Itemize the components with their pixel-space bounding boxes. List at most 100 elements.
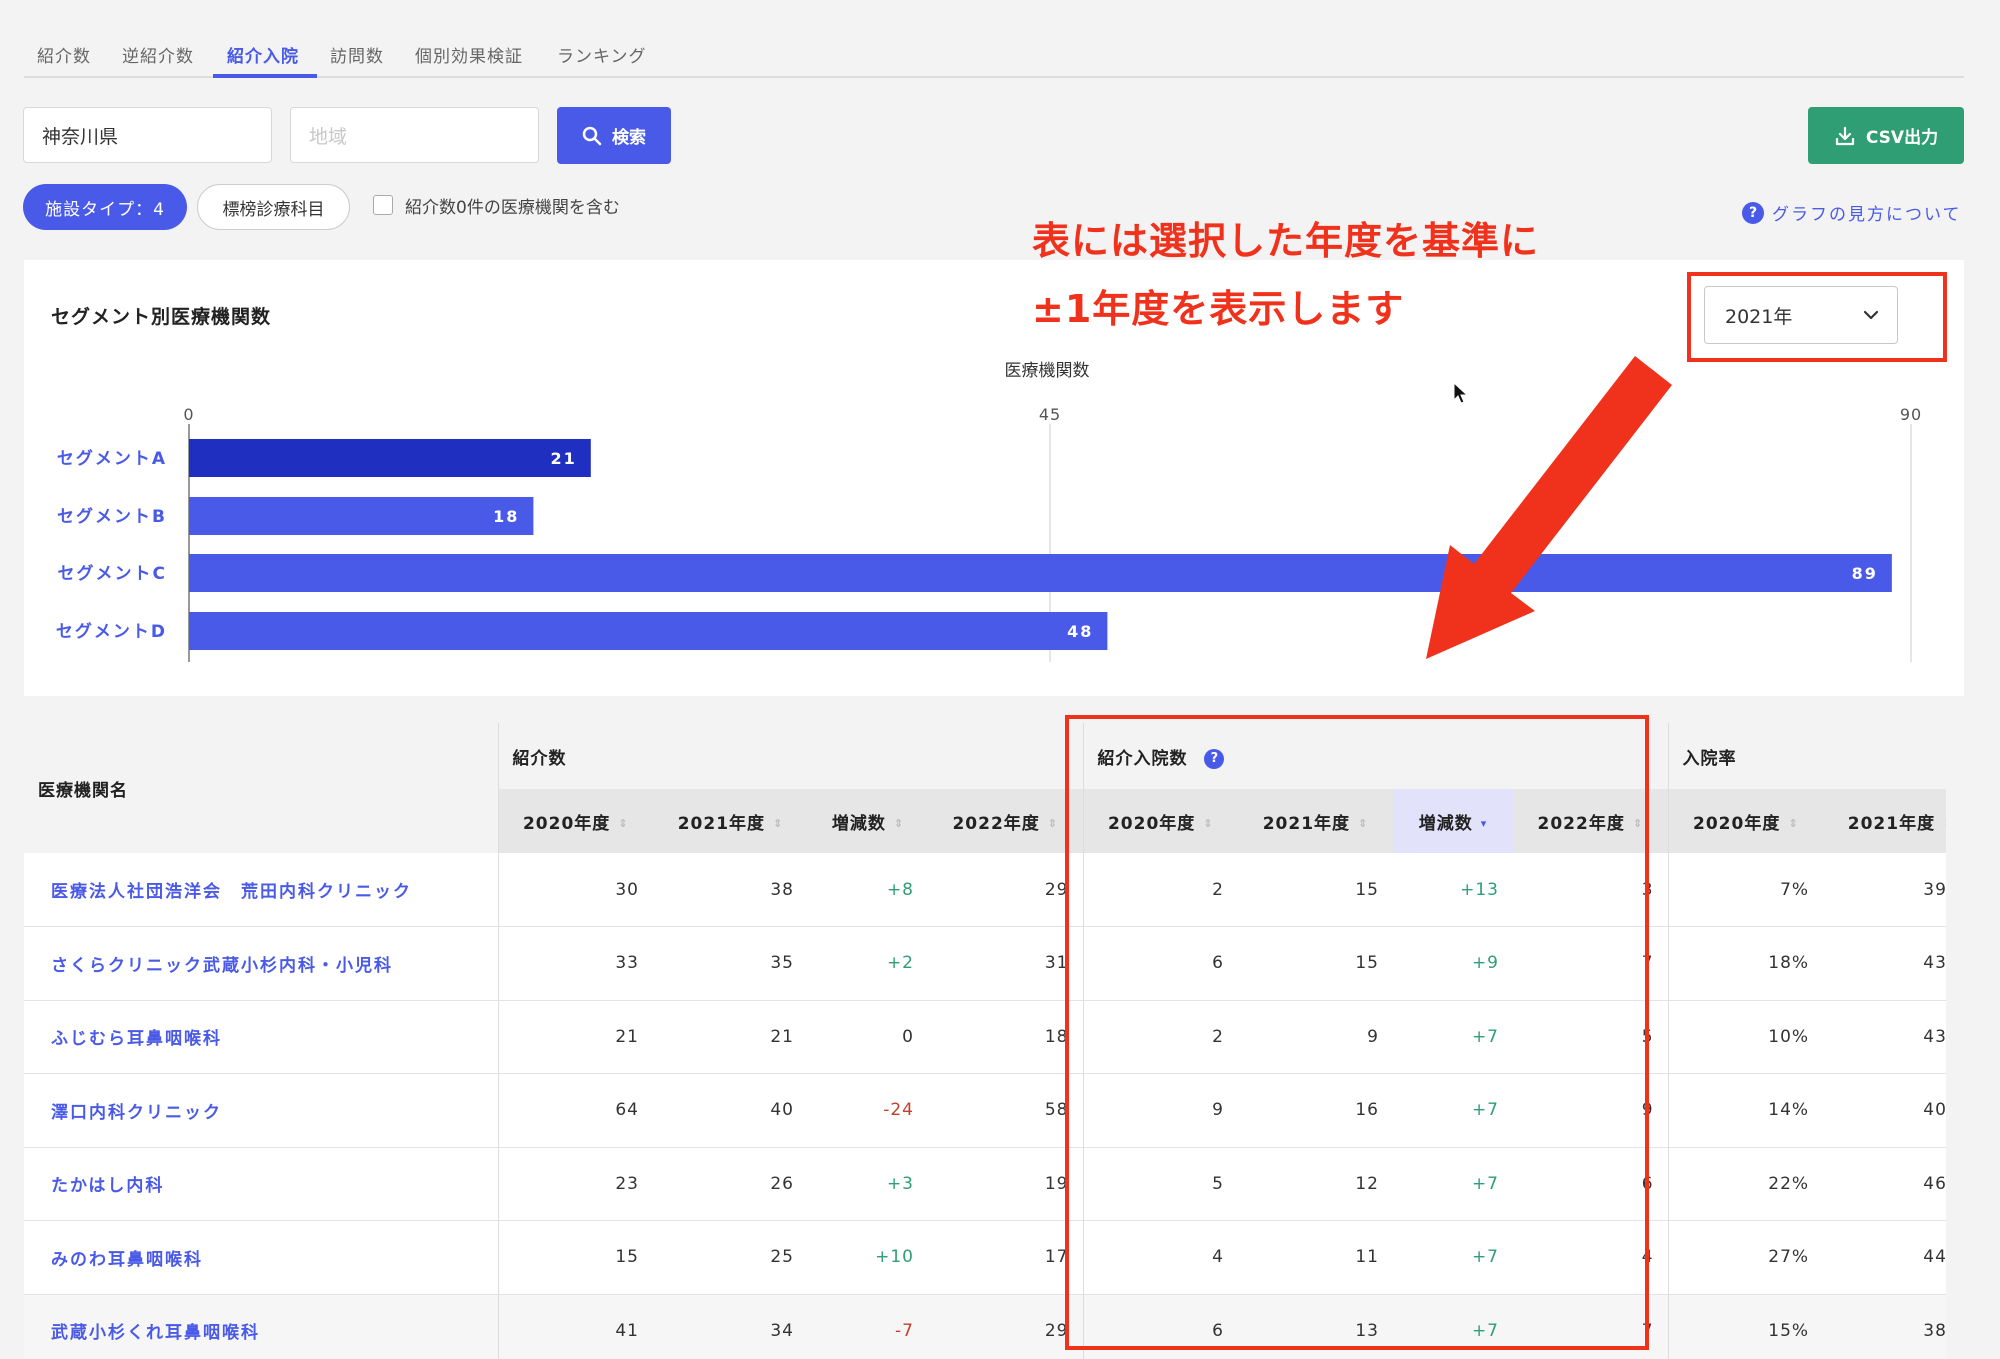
- institution-name-link[interactable]: みのわ耳鼻咽喉科: [24, 1220, 499, 1295]
- table-cell: 29: [928, 853, 1084, 927]
- column-header[interactable]: 増減数 ⇕: [808, 789, 928, 853]
- bar-value-label: 18: [493, 507, 519, 526]
- y-category-label: セグメントA: [57, 448, 167, 469]
- table-cell: 58: [928, 1073, 1084, 1148]
- column-header-label: 2021年度: [1847, 813, 1936, 834]
- x-tick-label: 45: [1039, 405, 1061, 424]
- table-cell: 15%: [1668, 1294, 1824, 1359]
- table-cell: 25: [653, 1220, 808, 1295]
- sort-icon[interactable]: ⇕: [1943, 818, 1946, 829]
- question-circle-icon: ?: [1742, 201, 1764, 224]
- bar: [189, 439, 591, 477]
- institution-name-link[interactable]: 澤口内科クリニック: [24, 1073, 499, 1148]
- table-row: ふじむら耳鼻咽喉科212101829+7510%43%: [24, 1000, 1946, 1074]
- column-header[interactable]: 2020年度 ⇕: [1668, 789, 1824, 853]
- table-cell: 21: [653, 1000, 808, 1074]
- x-tick-label: 0: [183, 405, 194, 424]
- tab-ranking[interactable]: ランキング: [557, 42, 647, 67]
- group-header-referrals: 紹介数: [498, 723, 1084, 789]
- specialty-filter[interactable]: 標榜診療科目: [197, 184, 350, 230]
- table-row: みのわ耳鼻咽喉科1525+1017411+7427%44%: [24, 1220, 1946, 1295]
- tab-reverse-referrals[interactable]: 逆紹介数: [122, 42, 194, 67]
- table-cell: 40%: [1823, 1073, 1946, 1148]
- include-zero-checkbox[interactable]: [373, 195, 393, 215]
- tab-individual-effect[interactable]: 個別効果検証: [415, 42, 523, 67]
- tab-visits[interactable]: 訪問数: [330, 42, 384, 67]
- y-category-label: セグメントD: [56, 621, 167, 642]
- table-cell: 14%: [1668, 1073, 1824, 1148]
- table-cell: 17: [928, 1220, 1084, 1295]
- table-row: 医療法人社団浩洋会 荒田内科クリニック3038+829215+1337%39%: [24, 853, 1946, 927]
- institution-name-link[interactable]: さくらクリニック武蔵小杉内科・小児科: [24, 926, 499, 1001]
- sort-icon[interactable]: ⇕: [773, 818, 783, 829]
- include-zero-label: 紹介数0件の医療機関を含む: [405, 198, 620, 218]
- table-cell: 39%: [1823, 853, 1946, 927]
- region-input[interactable]: 地域: [290, 107, 539, 163]
- table-cell: 21: [498, 1000, 653, 1074]
- sort-icon[interactable]: ⇕: [1788, 818, 1798, 829]
- table-cell: 18: [928, 1000, 1084, 1074]
- institution-name-link[interactable]: ふじむら耳鼻咽喉科: [24, 1000, 499, 1074]
- x-axis-label: 医療機関数: [1005, 361, 1090, 381]
- graph-help-label: グラフの見方について: [1772, 205, 1962, 225]
- active-tab-indicator: [213, 74, 317, 78]
- search-button-label: 検索: [612, 128, 646, 148]
- y-category-label: セグメントC: [58, 563, 167, 584]
- tab-bar: 紹介数 逆紹介数 紹介入院 訪問数 個別効果検証 ランキング: [24, 30, 1964, 78]
- column-header[interactable]: 2021年度 ⇕: [653, 789, 808, 853]
- chart-card-title: セグメント別医療機関数: [51, 306, 272, 328]
- year-highlight-box: [1687, 272, 1947, 362]
- bar-value-label: 21: [551, 449, 577, 468]
- table-cell: 33: [498, 926, 653, 1001]
- facility-type-filter[interactable]: 施設タイプ：4: [23, 184, 187, 230]
- table-cell: 35: [653, 926, 808, 1001]
- sort-icon[interactable]: ⇕: [1048, 818, 1058, 829]
- tab-referral-admissions[interactable]: 紹介入院: [227, 42, 299, 67]
- csv-export-button[interactable]: CSV出力: [1808, 107, 1964, 164]
- column-header-label: 2020年度: [1693, 813, 1781, 834]
- table-cell: 38: [653, 853, 808, 927]
- institution-name-link[interactable]: 医療法人社団浩洋会 荒田内科クリニック: [24, 853, 499, 927]
- institution-name-header: 医療機関名: [24, 723, 499, 853]
- table-cell: 38%: [1823, 1294, 1946, 1359]
- table-cell: 26: [653, 1147, 808, 1221]
- sort-icon[interactable]: ⇕: [618, 818, 628, 829]
- table-cell: -24: [808, 1073, 928, 1148]
- search-button[interactable]: 検索: [557, 107, 671, 164]
- tab-referrals[interactable]: 紹介数: [37, 42, 91, 67]
- table-cell: 30: [498, 853, 653, 927]
- table-cell: 31: [928, 926, 1084, 1001]
- table-cell: +3: [808, 1147, 928, 1221]
- admissions-highlight-box: [1065, 715, 1649, 1350]
- table-cell: 22%: [1668, 1147, 1824, 1221]
- table-cell: +10: [808, 1220, 928, 1295]
- table-cell: 43%: [1823, 1000, 1946, 1074]
- table-row: 澤口内科クリニック6440-2458916+7914%40%: [24, 1073, 1946, 1148]
- column-header[interactable]: 2021年度 ⇕: [1823, 789, 1946, 853]
- bar: [189, 497, 534, 535]
- column-header-label: 増減数: [831, 813, 886, 834]
- table-row: さくらクリニック武蔵小杉内科・小児科3335+231615+9718%43%: [24, 926, 1946, 1001]
- institution-name-link[interactable]: たかはし内科: [24, 1147, 499, 1221]
- bar: [189, 612, 1108, 650]
- mouse-cursor-icon: [1453, 382, 1469, 404]
- prefecture-input[interactable]: 神奈川県: [23, 107, 272, 163]
- column-header[interactable]: 2020年度 ⇕: [498, 789, 653, 853]
- column-header[interactable]: 2022年度 ⇕: [928, 789, 1084, 853]
- bar-value-label: 48: [1067, 622, 1093, 641]
- column-header-label: 2021年度: [677, 813, 766, 834]
- x-tick-label: 90: [1900, 405, 1922, 424]
- bar: [189, 554, 1892, 592]
- sort-icon[interactable]: ⇕: [894, 818, 904, 829]
- table-cell: 23: [498, 1147, 653, 1221]
- y-category-label: セグメントB: [57, 506, 167, 527]
- table-cell: 46%: [1823, 1147, 1946, 1221]
- segment-chart-card: セグメント別医療機関数 2021年 医療機関数 0 45 90 セグメントA 21 セグメン…: [24, 260, 1964, 696]
- table-cell: 0: [808, 1000, 928, 1074]
- table-cell: 15: [498, 1220, 653, 1295]
- institution-name-link[interactable]: 武蔵小杉くれ耳鼻咽喉科: [24, 1294, 499, 1359]
- annotation-line-2: ±1年度を表示します: [1032, 287, 1405, 331]
- graph-help-link[interactable]: ? グラフの見方について: [1742, 200, 1962, 225]
- table-cell: 7%: [1668, 853, 1824, 927]
- download-icon: [1835, 126, 1854, 145]
